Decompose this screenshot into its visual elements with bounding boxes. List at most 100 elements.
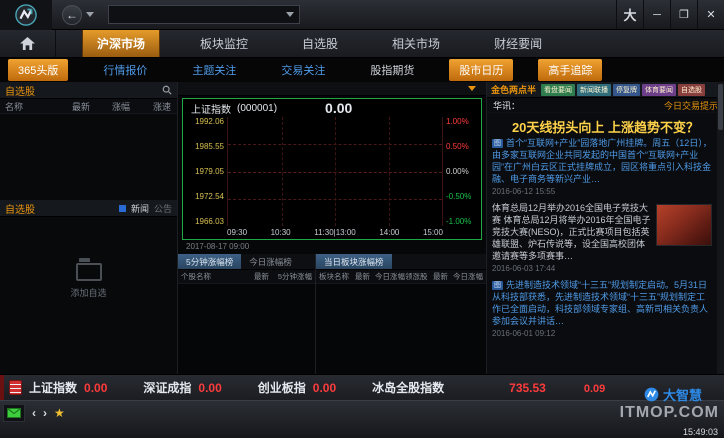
add-watchlist-label[interactable]: 添加自选 — [70, 286, 106, 299]
col-5min-change[interactable]: 5分钟涨幅 — [272, 271, 315, 282]
nav-prev-button[interactable]: ‹ — [32, 406, 36, 420]
tab-5min-gainers[interactable]: 5分钟涨幅榜 — [178, 254, 242, 269]
time-tick: 14:00 — [379, 228, 400, 237]
col-sector-change[interactable]: 今日涨幅 — [372, 271, 405, 282]
search-icon[interactable] — [162, 85, 172, 95]
watchlist-column-headers: 名称 最新 涨幅 涨速 — [0, 99, 177, 114]
chart-date-label: 2017-08-17 09:00 — [186, 242, 250, 251]
news-tag-halts[interactable]: 停复牌 — [613, 83, 641, 96]
tab-sector-gainers[interactable]: 当日板块涨幅榜 — [316, 254, 392, 269]
col-leading-stock[interactable]: 领涨股 — [402, 271, 430, 282]
time-tick: 15:00 — [422, 228, 443, 237]
sub-tab-index-futures[interactable]: 股指期货 — [360, 59, 424, 81]
watchlist-tab-notice[interactable]: 公告 — [154, 202, 172, 215]
font-size-button[interactable]: 大 — [616, 0, 643, 29]
main-tab-watchlist[interactable]: 自选股 — [288, 30, 352, 57]
percent-tick: 0.50% — [446, 142, 469, 151]
col-sector-last[interactable]: 最新 — [352, 271, 372, 282]
ticker-item-sse[interactable]: 上证指数 0.00 — [29, 379, 107, 396]
sub-tab-trade-watch[interactable]: 交易关注 — [271, 59, 335, 81]
window-controls: 大 ─ ❐ ✕ — [616, 0, 724, 29]
maximize-button[interactable]: ❐ — [670, 0, 697, 29]
chart-index-code: (000001) — [237, 102, 278, 114]
main-tab-hushen-market[interactable]: 沪深市场 — [82, 30, 161, 57]
news-tag-sports[interactable]: 体育要闻 — [642, 83, 677, 96]
sub-tab-market-calendar[interactable]: 股市日历 — [449, 59, 514, 81]
back-button[interactable]: ← — [62, 4, 82, 25]
chart-options-caret-icon[interactable] — [468, 86, 476, 91]
news-item[interactable]: 图首个“互联网+产业”园落地广州挂牌。周五（12日），由多家互联网企业共同发起的… — [492, 137, 712, 185]
minimize-button[interactable]: ─ — [643, 0, 670, 29]
favorite-star-icon[interactable]: ★ — [54, 406, 65, 420]
stock-rank-panel: 5分钟涨幅榜 今日涨幅榜 个股名称 最新 5分钟涨幅 — [178, 254, 316, 374]
price-tick: 1985.55 — [195, 142, 224, 151]
time-tick: 09:30 — [227, 228, 248, 237]
sub-nav: 365头版 行情报价 主题关注 交易关注 股指期货 股市日历 高手追踪 — [0, 58, 724, 82]
col-change[interactable]: 涨幅 — [96, 100, 136, 113]
news-tip-link[interactable]: 今日交易提示 — [664, 99, 718, 112]
ticker-item-iceland[interactable]: 冰岛全股指数 735.53 0.09 — [372, 379, 605, 396]
chart-grid — [227, 117, 443, 226]
price-tick: 1992.06 — [195, 117, 224, 126]
col-leading-last[interactable]: 最新 — [430, 271, 450, 282]
col-leading-change[interactable]: 今日涨幅 — [450, 271, 486, 282]
index-minute-chart[interactable]: 上证指数 (000001) 0.00 1992.06 1985.55 1979.… — [182, 98, 482, 240]
symbol-search-combobox[interactable] — [108, 5, 300, 24]
main-tab-sector-monitor[interactable]: 板块监控 — [186, 30, 262, 57]
watchlist-news-body: 添加自选 — [0, 217, 177, 299]
news-thumbnail-image[interactable] — [656, 204, 712, 246]
col-stock-name[interactable]: 个股名称 — [178, 271, 236, 282]
taskbar-left-tools: ‹ › ★ — [3, 404, 65, 422]
price-tick: 1972.54 — [195, 192, 224, 201]
col-name[interactable]: 名称 — [0, 100, 52, 113]
tab-today-gainers[interactable]: 今日涨幅榜 — [241, 254, 300, 269]
combobox-caret-icon — [286, 12, 294, 17]
ticker-value: 735.53 — [509, 381, 546, 395]
close-button[interactable]: ✕ — [697, 0, 724, 29]
percent-tick: 0.00% — [446, 167, 469, 176]
main-nav: 沪深市场 板块监控 自选股 相关市场 财经要闻 — [0, 30, 724, 58]
sub-tab-quotes[interactable]: 行情报价 — [93, 59, 157, 81]
ticker-item-szse[interactable]: 深证成指 0.00 — [143, 379, 221, 396]
chart-title-row: 上证指数 (000001) 0.00 — [183, 99, 481, 117]
stock-rank-columns: 个股名称 最新 5分钟涨幅 — [178, 270, 315, 284]
col-last[interactable]: 最新 — [52, 100, 96, 113]
watchlist-empty-rows — [0, 114, 177, 200]
watchlist-panel: 自选股 名称 最新 涨幅 涨速 自选股 新闻 公告 添加自选 — [0, 82, 178, 374]
trading-app-window: ← 大 ─ ❐ ✕ 沪深市场 板块监控 自选股 相关市场 财经要闻 365头版 … — [0, 0, 724, 438]
app-logo-icon — [0, 0, 52, 30]
news-tag-broadcast[interactable]: 新闻联播 — [577, 83, 612, 96]
sub-tab-theme-watch[interactable]: 主题关注 — [182, 59, 246, 81]
ticker-item-chinext[interactable]: 创业板指 0.00 — [258, 379, 336, 396]
add-watchlist-folder-icon[interactable] — [75, 258, 102, 281]
news-panel: 金色两点半 看盘要闻 新闻联播 停复牌 体育要闻 自选股 华讯： 今日交易提示 … — [486, 82, 724, 374]
percent-tick: 1.00% — [446, 117, 469, 126]
news-tip-row: 华讯： 今日交易提示 — [487, 98, 724, 113]
news-item[interactable]: 图先进制造技术领域“十三五”规划制定启动。5月31日从科技部获悉，先进制造技术领… — [492, 279, 712, 327]
sector-rank-panel: 当日板块涨幅榜 板块名称 最新 今日涨幅 领涨股 最新 今日涨幅 — [316, 254, 486, 374]
back-history-caret-icon[interactable] — [86, 12, 94, 17]
news-tag-market-news[interactable]: 看盘要闻 — [541, 83, 576, 96]
nav-next-button[interactable]: › — [43, 406, 47, 420]
col-stock-last[interactable]: 最新 — [236, 271, 272, 282]
ticker-change: 0.09 — [583, 383, 606, 395]
watchlist-tab-news[interactable]: 新闻 — [131, 202, 149, 215]
message-button[interactable] — [3, 404, 25, 422]
sub-tab-expert-tracking[interactable]: 高手追踪 — [538, 59, 603, 81]
col-sector-name[interactable]: 板块名称 — [316, 271, 352, 282]
news-scrollbar-thumb[interactable] — [718, 84, 723, 130]
stock-rank-tabs: 5分钟涨幅榜 今日涨幅榜 — [178, 254, 315, 270]
home-icon — [20, 37, 35, 50]
col-speed[interactable]: 涨速 — [136, 100, 177, 113]
ticker-label: 上证指数 — [29, 381, 78, 395]
home-button[interactable] — [0, 30, 56, 57]
sub-tab-365-front-page[interactable]: 365头版 — [8, 59, 69, 81]
news-item-time: 2016-06-12 15:55 — [492, 187, 556, 196]
ledger-icon[interactable] — [9, 380, 22, 395]
main-tab-finance-news[interactable]: 财经要闻 — [480, 30, 556, 57]
chart-percent-axis: 1.00% 0.50% 0.00% -0.50% -1.00% — [443, 117, 481, 226]
news-tag-watchlist[interactable]: 自选股 — [678, 83, 706, 96]
ticker-value: 0.00 — [198, 381, 222, 395]
news-scrollbar[interactable] — [717, 82, 724, 374]
main-tab-related-markets[interactable]: 相关市场 — [378, 30, 454, 57]
